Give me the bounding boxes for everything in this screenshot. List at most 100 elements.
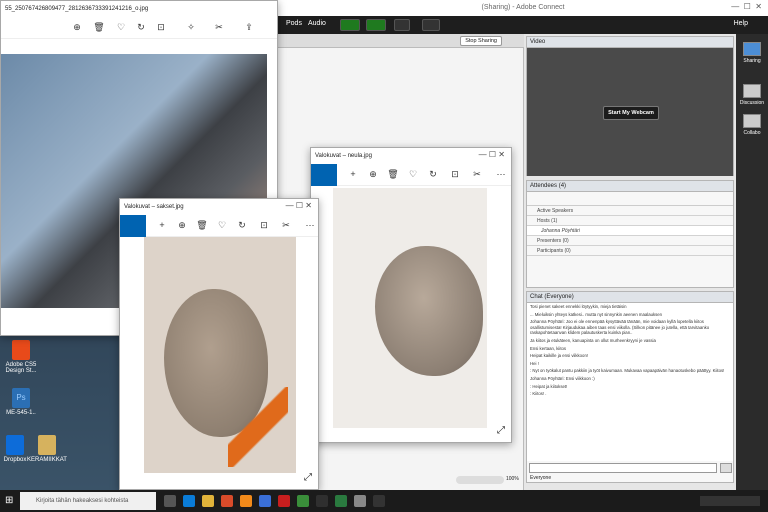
menu-audio[interactable]: Audio [308,20,326,27]
dropbox-icon [6,435,24,455]
photo-toolbar: + ⊕ 🗑 ♡ ↻ ⊡ ✂ ⋯ [120,215,318,237]
connect-icon[interactable] [373,495,385,507]
chat-message: Tosi pienet sakeet ennekki löytyykin, mi… [530,304,627,309]
add-icon[interactable]: + [347,168,359,180]
zoom-icon[interactable]: ⊕ [367,168,379,180]
delete-icon[interactable]: 🗑 [196,219,208,231]
folder-icon [38,435,56,455]
favorite-icon[interactable]: ♡ [407,168,419,180]
participants-group[interactable]: Participants (0) [527,246,733,256]
menu-bar: Pods Audio Help [278,16,768,34]
desktop-icon-photoshop[interactable]: Ps ME-545-1.. [0,388,42,416]
enhance-icon[interactable]: ✧ [185,21,197,33]
desktop-icon-adobe[interactable]: Adobe CS5 Design St... [0,340,42,374]
edit-icon[interactable]: ✂ [213,21,225,33]
microphone-button[interactable] [366,19,386,31]
image-tile-icon[interactable] [120,215,146,237]
attendees-toolbar [527,192,733,206]
crop-icon[interactable]: ⊡ [449,168,461,180]
photos-icon[interactable] [354,495,366,507]
stop-sharing-button[interactable]: Stop Sharing [460,36,502,46]
window-controls[interactable]: — ☐ ✕ [731,2,762,11]
speaker-button[interactable] [340,19,360,31]
window-controls[interactable]: — ☐ ✕ [286,201,312,210]
expand-icon[interactable]: ⤢ [497,425,505,436]
chat-message: Ensi kertaan, kiitos [530,345,567,351]
start-webcam-button[interactable]: Start My Webcam [603,106,659,120]
layout-collaboration[interactable]: Collabo [739,114,765,136]
desktop-icon-label: KERAMIIKKAT [27,457,67,463]
desktop-icon-label: ME-545-1.. [6,410,36,416]
more-icon[interactable]: ⋯ [495,168,507,180]
crop-icon[interactable]: ⊡ [258,219,270,231]
rotate-icon[interactable]: ↻ [236,219,248,231]
app-b-icon[interactable] [259,495,271,507]
layout-discussion[interactable]: Discussion [739,84,765,106]
photo-image [144,237,296,473]
video-area: Start My Webcam [527,48,733,176]
share-icon[interactable]: ⇪ [243,21,255,33]
photo-image [333,188,487,428]
chat-message: Ja kiitos ja etukäteen, kanuapinta on ol… [530,337,656,343]
add-icon[interactable]: + [156,219,168,231]
favorite-icon[interactable]: ♡ [115,21,127,33]
photo-toolbar: + ⊕ 🗑 ♡ ↻ ⊡ ✂ ⋯ [311,164,511,186]
chat-recipient[interactable]: Everyone [530,475,551,481]
acrobat-icon[interactable] [278,495,290,507]
more-icon[interactable]: ⋯ [304,219,316,231]
system-tray[interactable] [700,496,760,506]
chat-pod: Chat (Everyone) Tosi pienet sakeet ennek… [526,291,734,483]
app-icon[interactable] [316,495,328,507]
firefox-icon[interactable] [240,495,252,507]
presenters-group[interactable]: Presenters (0) [527,236,733,246]
zoom-level: 100% [506,476,519,482]
adobe-icon [12,340,30,360]
hosts-group[interactable]: Hosts (1) [527,216,733,226]
share-toolbar: Stop Sharing [278,34,524,48]
window-title: (Sharing) - Adobe Connect [278,0,768,16]
raise-hand-button[interactable] [422,19,440,31]
chat-message: : Nyt on työkalut pantu pakkiin ja työt … [530,368,725,374]
edge-icon[interactable] [183,495,195,507]
sakset-photo-window: Valokuvat – sakset.jpg — ☐ ✕ + ⊕ 🗑 ♡ ↻ ⊡… [119,198,319,490]
chat-message: Johanna Pöyhtäri: Joo ei ole ennenpää ky… [530,319,710,336]
zoom-icon[interactable]: ⊕ [71,21,83,33]
edit-icon[interactable]: ✂ [471,168,483,180]
zoom-icon[interactable]: ⊕ [176,219,188,231]
delete-icon[interactable]: 🗑 [387,168,399,180]
chat-message: : Heipat ja kiitokset! [530,383,568,389]
menu-help[interactable]: Help [734,20,748,27]
crop-icon[interactable]: ⊡ [155,21,167,33]
expand-icon[interactable]: ⤢ [304,472,312,483]
rotate-icon[interactable]: ↻ [427,168,439,180]
scissors [228,387,288,467]
delete-icon[interactable]: 🗑 [93,21,105,33]
window-controls[interactable]: — ☐ ✕ [479,150,505,159]
chat-send-button[interactable] [720,463,732,473]
chat-input[interactable] [529,463,717,473]
rotate-icon[interactable]: ↻ [135,21,147,33]
excel-icon[interactable] [335,495,347,507]
pod-title: Video [527,37,733,48]
chat-message: Heipat kaikille ja ensi viikkoon! [530,353,589,359]
windows-start-icon[interactable]: ⊞ [5,495,16,506]
menu-pods[interactable]: Pods [286,20,302,27]
taskbar: ⊞ Kirjoita tähän hakeaksesi kohteista [0,490,768,512]
photo-toolbar: ⊕ 🗑 ♡ ↻ ⊡ ✧ ✂ ⇪ [1,17,277,39]
edit-icon[interactable]: ✂ [280,219,292,231]
store-icon[interactable] [221,495,233,507]
desktop-icon-folder[interactable]: KERAMIIKKAT [26,435,68,463]
image-tile-icon[interactable] [311,164,337,186]
file-explorer-icon[interactable] [202,495,214,507]
webcam-button[interactable] [394,19,410,31]
chrome-icon[interactable] [297,495,309,507]
taskbar-search[interactable]: Kirjoita tähän hakeaksesi kohteista [20,492,156,510]
task-view-icon[interactable] [164,495,176,507]
favorite-icon[interactable]: ♡ [216,219,228,231]
attendees-pod: Attendees (4) Active Speakers Hosts (1) … [526,180,734,288]
chat-messages: Tosi pienet sakeet ennekki löytyykin, mi… [527,303,733,461]
window-title: 55_250767426809477_2812636733391241216_o… [5,6,149,12]
zoom-slider[interactable] [456,476,504,484]
host-entry[interactable]: Johanna Pöyhtäri [527,226,733,236]
layout-sharing[interactable]: Sharing [739,42,765,64]
